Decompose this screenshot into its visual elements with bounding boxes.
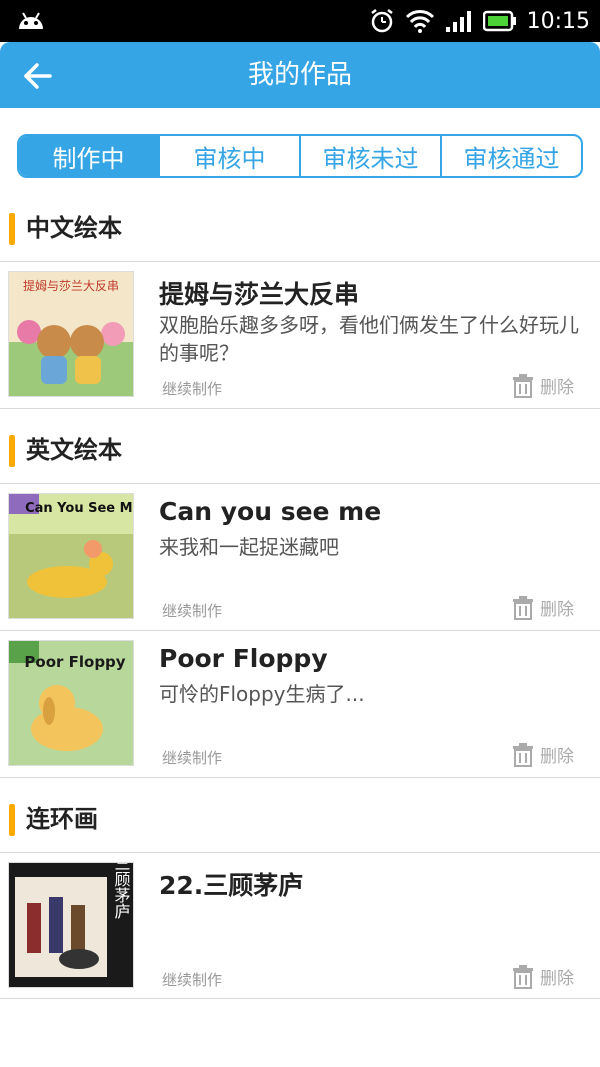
section-accent-bar bbox=[9, 213, 15, 245]
section-accent-bar bbox=[9, 435, 15, 467]
divider bbox=[0, 998, 600, 999]
book-cover: Can You See Me? bbox=[8, 493, 134, 619]
continue-editing-link[interactable]: 继续制作 bbox=[162, 747, 222, 768]
delete-button[interactable]: 删除 bbox=[512, 964, 574, 989]
continue-editing-link[interactable]: 继续制作 bbox=[162, 378, 222, 399]
tab-under-review[interactable]: 审核中 bbox=[158, 136, 299, 176]
divider bbox=[0, 777, 600, 778]
delete-button[interactable]: 删除 bbox=[512, 373, 574, 398]
divider bbox=[0, 852, 600, 853]
tab-review-failed[interactable]: 审核未过 bbox=[299, 136, 440, 176]
app-screen: 10:15 我的作品 制作中 审核中 审核未过 审核通过 中文绘本 提姆与莎兰大… bbox=[0, 0, 600, 1067]
book-description: 可怜的Floppy生病了... bbox=[159, 682, 365, 706]
divider bbox=[0, 261, 600, 262]
android-icon bbox=[19, 12, 43, 29]
alarm-icon bbox=[370, 9, 393, 33]
book-title: Can you see me bbox=[159, 497, 382, 526]
divider bbox=[0, 408, 600, 409]
book-cover: Poor Floppy bbox=[8, 640, 134, 766]
app-bar: 我的作品 bbox=[0, 42, 600, 108]
book-description: 来我和一起捉迷藏吧 bbox=[159, 535, 339, 559]
tab-review-passed[interactable]: 审核通过 bbox=[440, 136, 581, 176]
list-item[interactable]: 提姆与莎兰大反串 提姆与莎兰大反串 双胞胎乐趣多多呀，看他们俩发生了什么好玩儿的… bbox=[0, 263, 600, 409]
section-header-chinese: 中文绘本 bbox=[0, 203, 600, 253]
book-cover-title: Can You See Me? bbox=[25, 501, 133, 516]
divider bbox=[0, 630, 600, 631]
delete-label: 删除 bbox=[540, 378, 574, 398]
trash-icon bbox=[513, 742, 533, 767]
section-title: 中文绘本 bbox=[26, 214, 122, 242]
status-tabs: 制作中 审核中 审核未过 审核通过 bbox=[17, 134, 583, 178]
tab-in-progress[interactable]: 制作中 bbox=[19, 136, 158, 176]
section-header-comics: 连环画 bbox=[0, 794, 600, 844]
signal-icon bbox=[445, 11, 471, 32]
list-item[interactable]: Poor Floppy Poor Floppy 可怜的Floppy生病了... … bbox=[0, 632, 600, 778]
status-bar: 10:15 bbox=[0, 0, 600, 42]
delete-label: 删除 bbox=[540, 600, 574, 620]
book-cover-title: Poor Floppy bbox=[24, 653, 125, 671]
status-time: 10:15 bbox=[526, 8, 590, 34]
trash-icon bbox=[513, 595, 533, 620]
book-title: 提姆与莎兰大反串 bbox=[159, 280, 360, 309]
battery-icon bbox=[482, 10, 516, 32]
book-title: Poor Floppy bbox=[159, 644, 328, 673]
book-cover-title: 提姆与莎兰大反串 bbox=[23, 278, 119, 293]
section-accent-bar bbox=[9, 804, 15, 836]
section-header-english: 英文绘本 bbox=[0, 425, 600, 475]
trash-icon bbox=[513, 964, 533, 989]
book-cover: 提姆与莎兰大反串 bbox=[8, 271, 134, 397]
book-description: 双胞胎乐趣多多呀，看他们俩发生了什么好玩儿的事呢？ bbox=[159, 313, 579, 365]
trash-icon bbox=[513, 373, 533, 398]
continue-editing-link[interactable]: 继续制作 bbox=[162, 600, 222, 621]
delete-label: 删除 bbox=[540, 747, 574, 767]
delete-button[interactable]: 删除 bbox=[512, 595, 574, 620]
page-title: 我的作品 bbox=[247, 60, 352, 90]
book-title: 22.三顾茅庐 bbox=[159, 871, 304, 900]
wifi-icon bbox=[405, 10, 434, 33]
list-item[interactable]: 三顾茅庐 22.三顾茅庐 继续制作 删除 bbox=[0, 854, 600, 1000]
section-title: 英文绘本 bbox=[26, 436, 122, 464]
book-cover-title: 三顾茅庐 bbox=[112, 863, 131, 919]
delete-button[interactable]: 删除 bbox=[512, 742, 574, 767]
section-title: 连环画 bbox=[26, 805, 98, 833]
list-item[interactable]: Can You See Me? Can you see me 来我和一起捉迷藏吧… bbox=[0, 485, 600, 631]
book-cover: 三顾茅庐 bbox=[8, 862, 134, 988]
delete-label: 删除 bbox=[540, 969, 574, 989]
divider bbox=[0, 483, 600, 484]
continue-editing-link[interactable]: 继续制作 bbox=[162, 969, 222, 990]
